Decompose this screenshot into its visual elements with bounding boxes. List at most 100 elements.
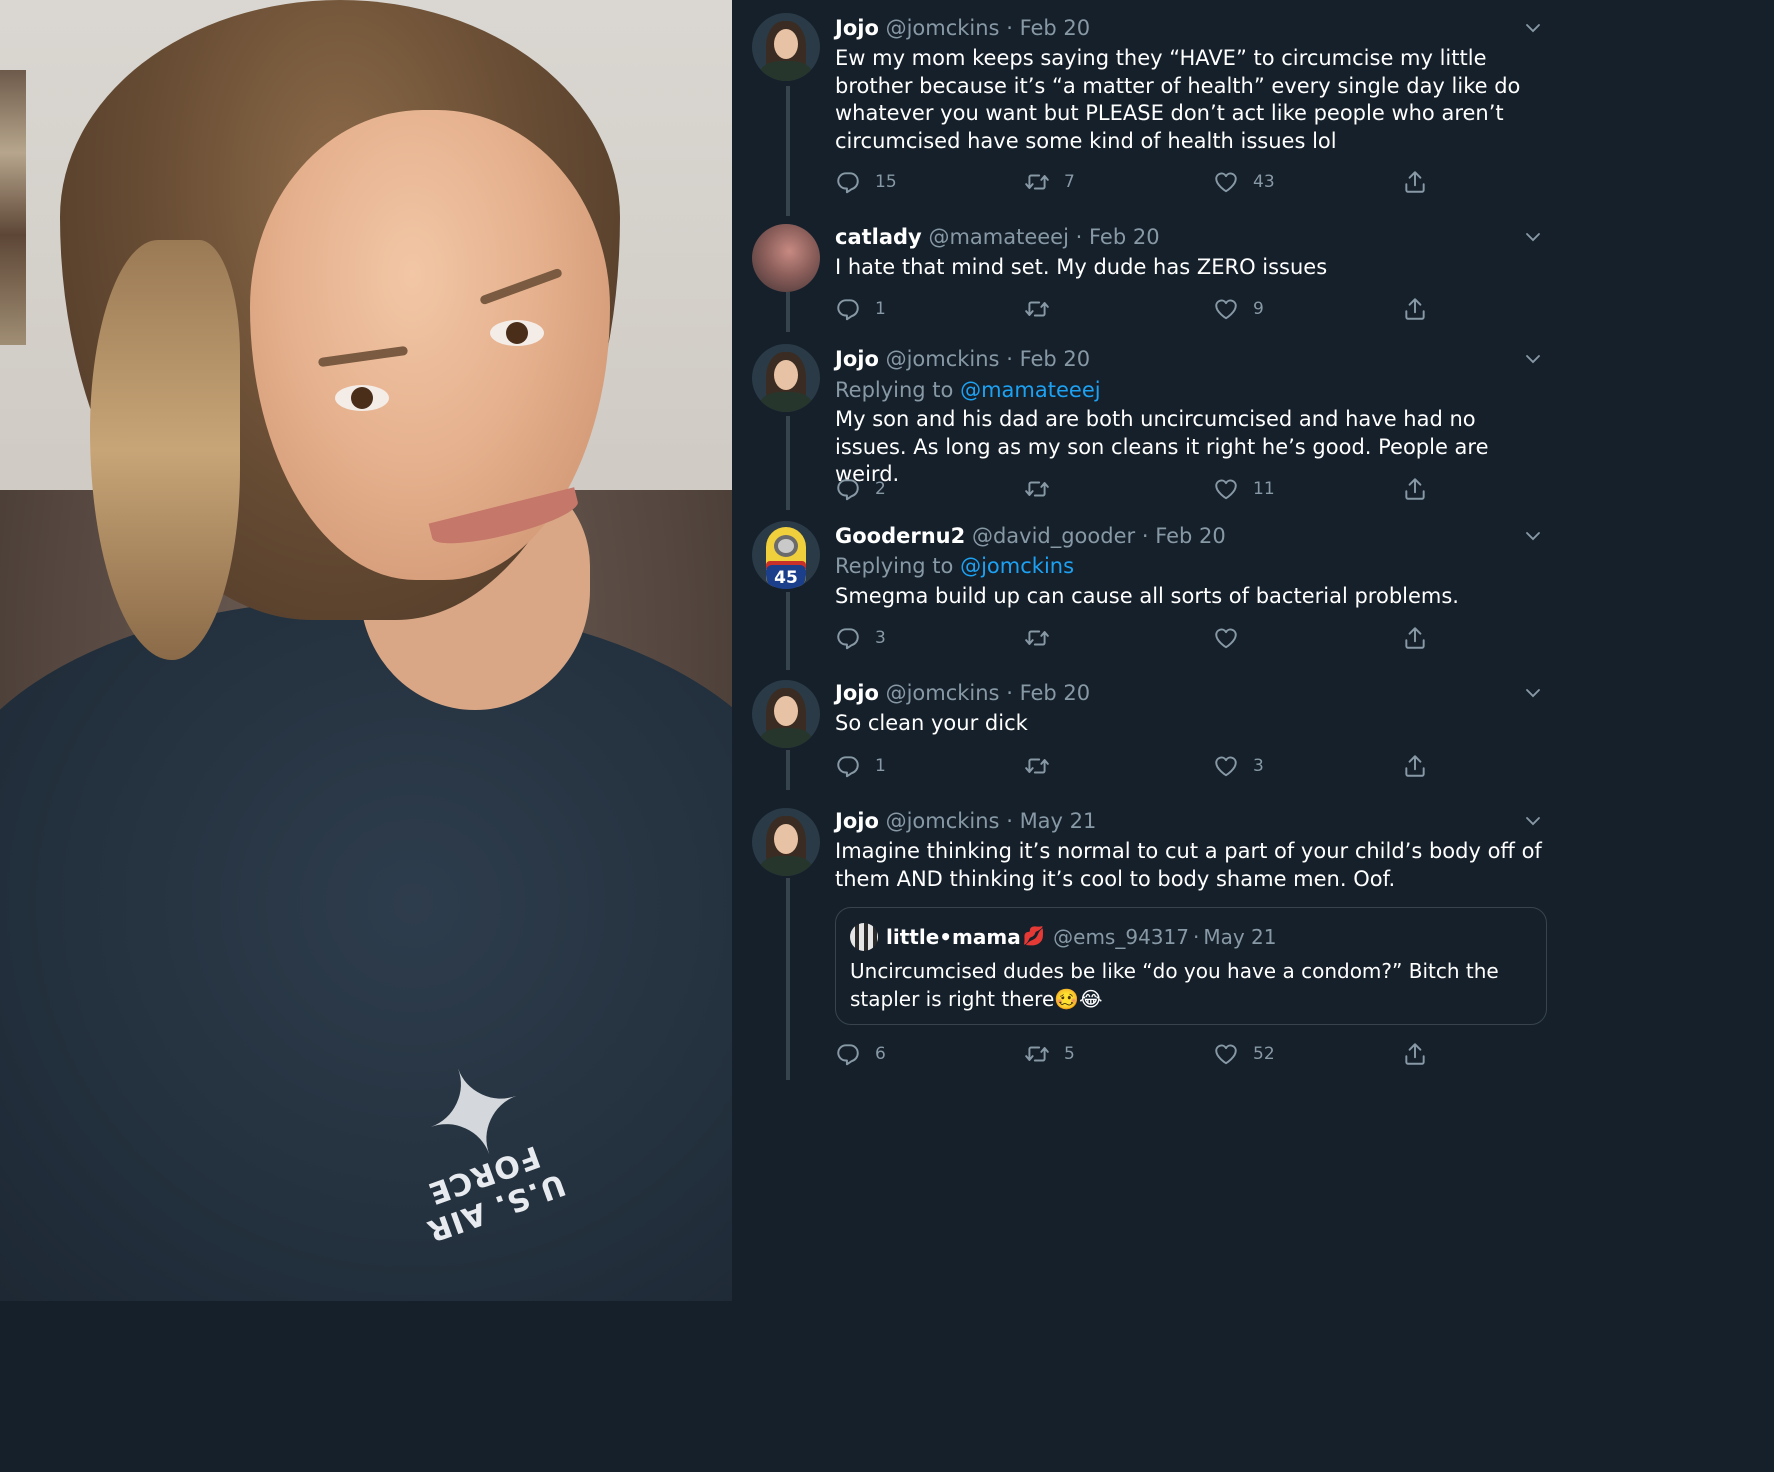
chevron-down-icon[interactable]: [1518, 806, 1548, 836]
share-button[interactable]: [1402, 165, 1428, 199]
tweet-actions: 15 7 43: [835, 165, 1455, 199]
retweet-button[interactable]: [1024, 472, 1064, 506]
retweet-button[interactable]: [1024, 621, 1064, 655]
reply-count: 1: [875, 299, 886, 319]
tweet[interactable]: Jojo @jomckins · May 21 Imagine thinking…: [732, 804, 1568, 1074]
username[interactable]: @jomckins: [886, 16, 1000, 40]
chevron-down-icon[interactable]: [1518, 13, 1548, 43]
chevron-down-icon[interactable]: [1518, 678, 1548, 708]
heart-icon: [1215, 628, 1237, 649]
username[interactable]: @jomckins: [886, 809, 1000, 833]
reply-icon: [837, 299, 859, 321]
retweet-icon: [1025, 758, 1049, 774]
share-button[interactable]: [1402, 472, 1428, 506]
tweet-thread: Jojo @jomckins · Feb 20 Ew my mom keeps …: [732, 0, 1568, 1301]
mention-link[interactable]: @mamateeej: [960, 378, 1100, 402]
timestamp[interactable]: Feb 20: [1155, 524, 1226, 548]
right-eye: [490, 320, 544, 346]
tweet[interactable]: catlady @mamateeej · Feb 20 I hate that …: [732, 220, 1568, 330]
tweet-text: Smegma build up can cause all sorts of b…: [835, 584, 1459, 608]
heart-icon: [1215, 756, 1237, 777]
username[interactable]: @jomckins: [886, 681, 1000, 705]
like-button[interactable]: 3: [1213, 749, 1264, 783]
share-icon: [1405, 298, 1425, 320]
avatar[interactable]: [752, 13, 820, 81]
retweet-icon: [1025, 301, 1049, 317]
like-button[interactable]: [1213, 621, 1253, 655]
reply-icon: [837, 172, 859, 194]
like-count: 9: [1253, 299, 1264, 319]
share-button[interactable]: [1402, 1037, 1428, 1071]
reply-icon: [837, 479, 859, 501]
like-count: 11: [1253, 479, 1275, 499]
timestamp[interactable]: May 21: [1020, 809, 1097, 833]
display-name[interactable]: catlady: [835, 225, 922, 249]
display-name[interactable]: Jojo: [835, 347, 879, 371]
display-name[interactable]: Jojo: [835, 16, 879, 40]
tweet[interactable]: Jojo @jomckins · Feb 20 Replying to @mam…: [732, 342, 1568, 510]
heart-icon: [1215, 172, 1237, 193]
tweet-actions: 3: [835, 621, 1455, 655]
chevron-down-icon[interactable]: [1518, 521, 1548, 551]
reply-button[interactable]: 2: [835, 472, 886, 506]
tweet-text: So clean your dick: [835, 711, 1028, 735]
timestamp[interactable]: Feb 20: [1089, 225, 1160, 249]
avatar[interactable]: [752, 680, 820, 748]
tweet[interactable]: 45 Goodernu2 @david_gooder · Feb 20 Repl…: [732, 519, 1568, 659]
retweet-button[interactable]: [1024, 292, 1064, 326]
display-name[interactable]: Jojo: [835, 681, 879, 705]
retweet-count: 5: [1064, 1044, 1075, 1064]
display-name[interactable]: Jojo: [835, 809, 879, 833]
chevron-down-icon[interactable]: [1518, 344, 1548, 374]
timestamp[interactable]: Feb 20: [1020, 347, 1091, 371]
mention-link[interactable]: @jomckins: [960, 554, 1074, 578]
retweet-button[interactable]: [1024, 749, 1064, 783]
heart-icon: [1215, 1044, 1237, 1065]
wall-art: [0, 70, 26, 345]
heart-icon: [1215, 479, 1237, 500]
timestamp[interactable]: Feb 20: [1020, 16, 1091, 40]
tweet[interactable]: Jojo @jomckins · Feb 20 So clean your di…: [732, 676, 1568, 788]
reply-button[interactable]: 3: [835, 621, 886, 655]
username[interactable]: @mamateeej: [928, 225, 1068, 249]
reply-button[interactable]: 1: [835, 292, 886, 326]
reply-count: 15: [875, 172, 897, 192]
username[interactable]: @jomckins: [886, 347, 1000, 371]
timestamp[interactable]: Feb 20: [1020, 681, 1091, 705]
chevron-down-icon[interactable]: [1518, 222, 1548, 252]
retweet-icon: [1025, 174, 1049, 190]
username[interactable]: @david_gooder: [972, 524, 1135, 548]
separator: ·: [1006, 347, 1013, 371]
retweet-button[interactable]: 5: [1024, 1037, 1075, 1071]
selfie-photo: ✦ U.S. AIR FORCE: [0, 0, 732, 1301]
tweet[interactable]: Jojo @jomckins · Feb 20 Ew my mom keeps …: [732, 11, 1568, 201]
avatar[interactable]: [752, 224, 820, 292]
share-button[interactable]: [1402, 749, 1428, 783]
share-button[interactable]: [1402, 621, 1428, 655]
display-name[interactable]: Goodernu2: [835, 524, 965, 548]
like-button[interactable]: 52: [1213, 1037, 1275, 1071]
like-button[interactable]: 11: [1213, 472, 1275, 506]
timestamp[interactable]: May 21: [1203, 922, 1276, 952]
avatar[interactable]: [850, 923, 878, 951]
avatar[interactable]: [752, 808, 820, 876]
share-icon: [1405, 171, 1425, 193]
retweet-button[interactable]: 7: [1024, 165, 1075, 199]
tweet-header: Jojo @jomckins · Feb 20: [835, 11, 1090, 45]
retweet-icon: [1025, 1046, 1049, 1062]
like-button[interactable]: 43: [1213, 165, 1275, 199]
display-name[interactable]: little•mama: [886, 922, 1021, 952]
username[interactable]: @ems_94317: [1053, 922, 1189, 952]
reply-button[interactable]: 1: [835, 749, 886, 783]
avatar[interactable]: [752, 344, 820, 412]
tweet-actions: 6 5 52: [835, 1037, 1455, 1071]
like-button[interactable]: 9: [1213, 292, 1264, 326]
reply-button[interactable]: 15: [835, 165, 897, 199]
share-button[interactable]: [1402, 292, 1428, 326]
quoted-tweet[interactable]: little•mama 💋 @ems_94317 · May 21 Uncirc…: [835, 907, 1547, 1025]
share-icon: [1405, 1043, 1425, 1065]
tweet-text: Ew my mom keeps saying they “HAVE” to ci…: [835, 46, 1521, 153]
reply-button[interactable]: 6: [835, 1037, 886, 1071]
tweet-header: Jojo @jomckins · Feb 20: [835, 676, 1090, 710]
avatar[interactable]: 45: [752, 521, 820, 589]
